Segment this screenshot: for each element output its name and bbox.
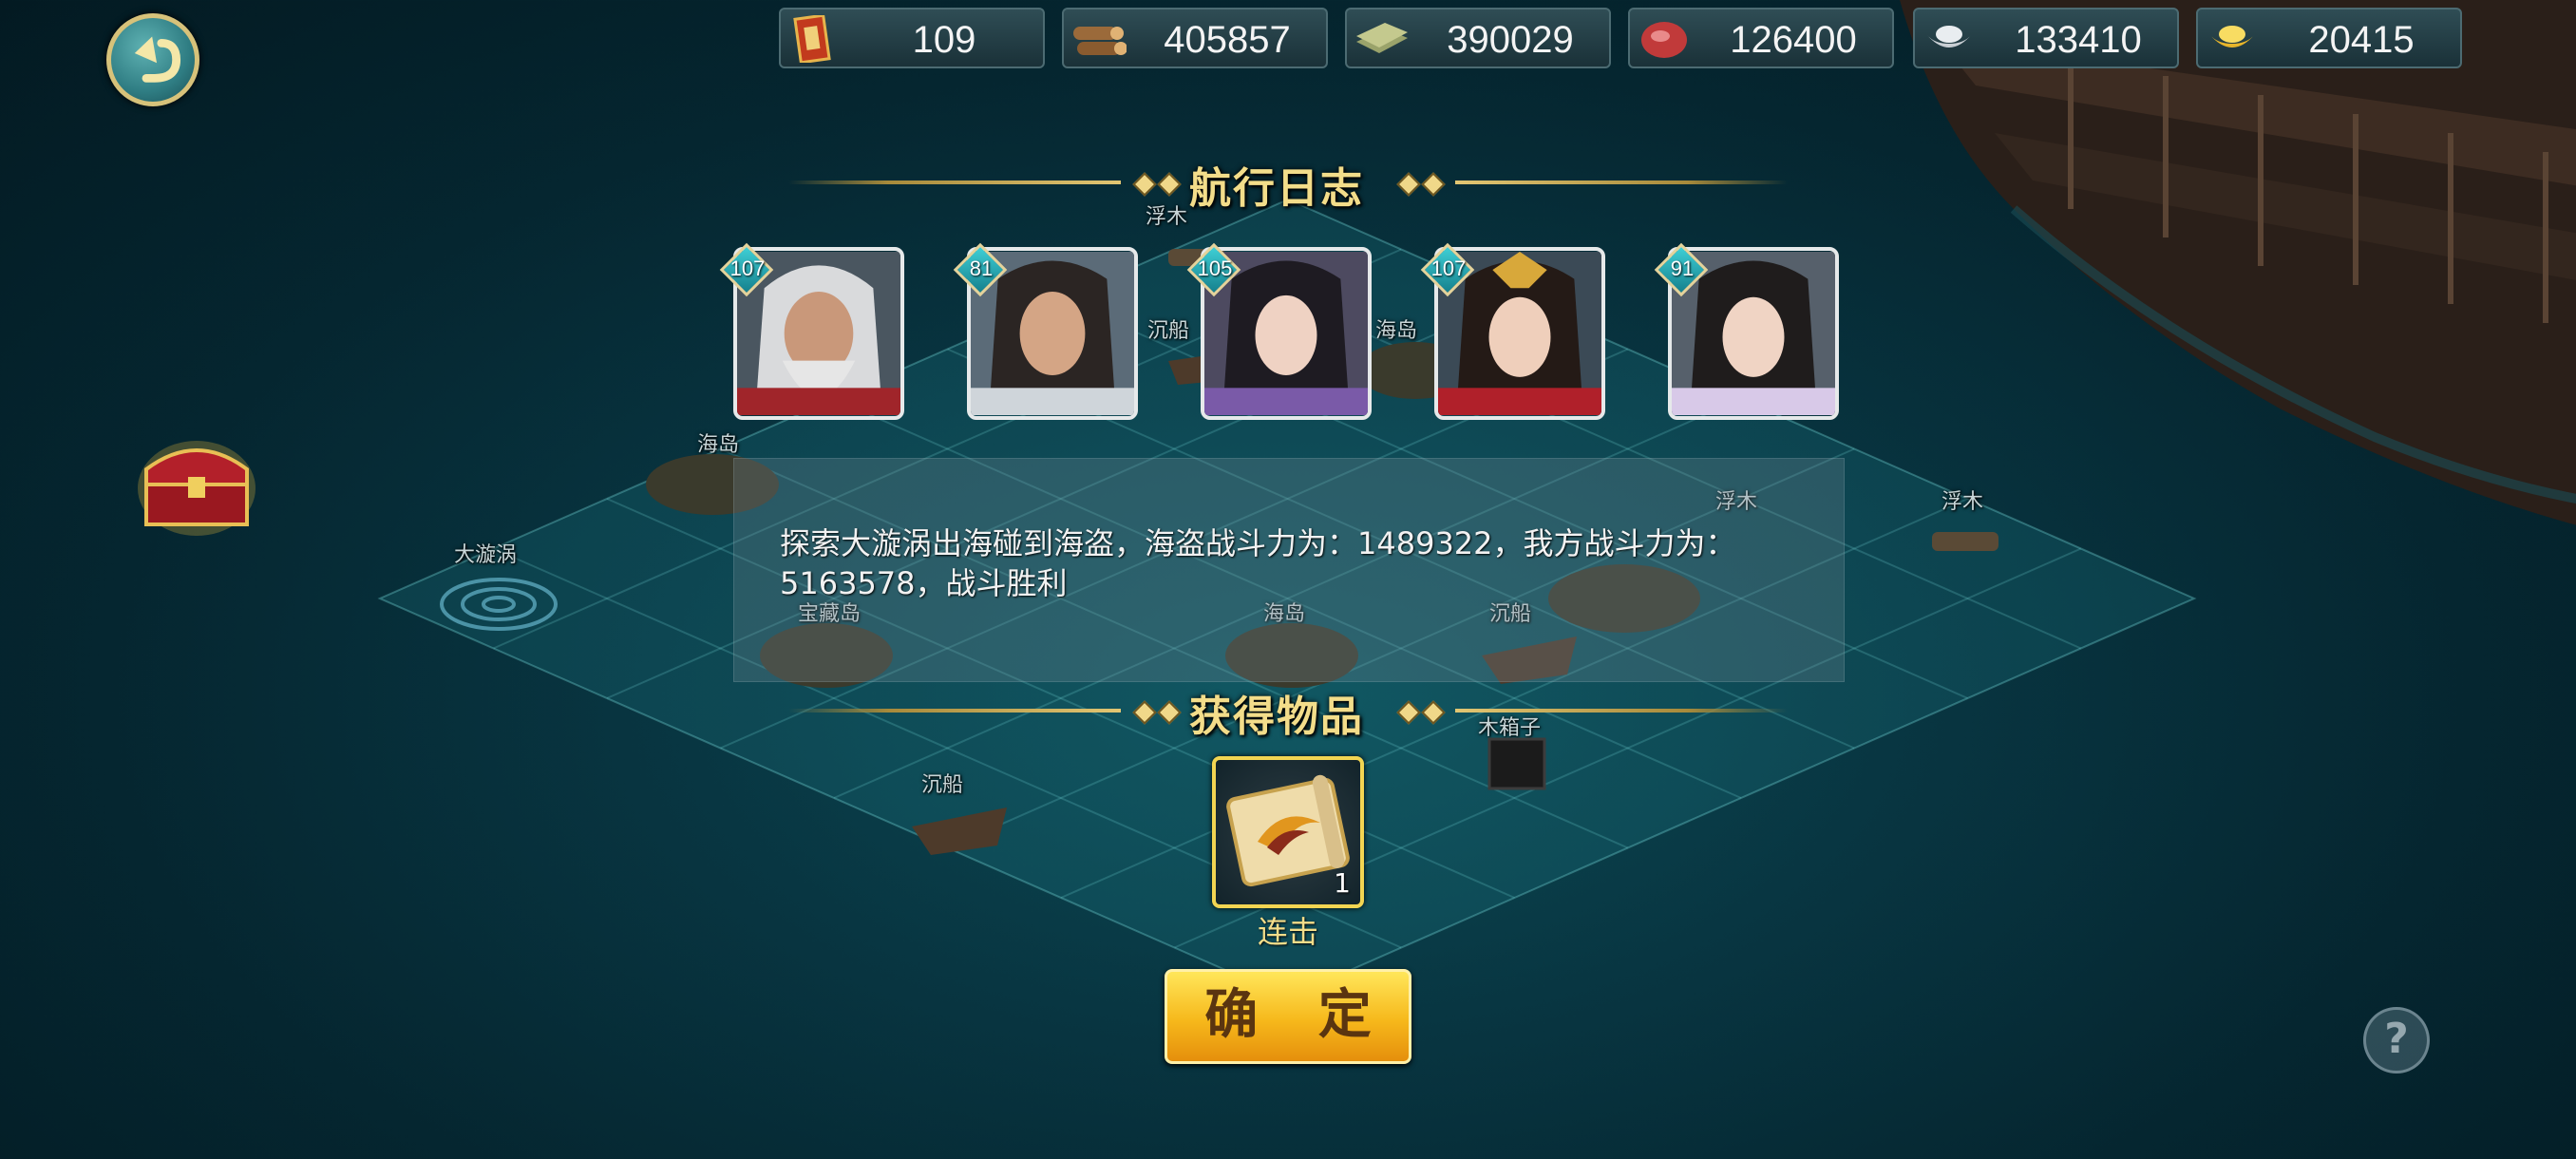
confirm-button[interactable]: 确 定 [1165, 969, 1411, 1064]
resource-silver: 133410 [1913, 8, 2179, 68]
help-button[interactable]: ? [2363, 1007, 2430, 1074]
resource-meat-value: 126400 [1730, 19, 1857, 61]
resource-gold: 20415 [2196, 8, 2462, 68]
cash-icon [1356, 23, 1408, 53]
resource-wood: 405857 [1062, 8, 1328, 68]
hero-level-badge-3: 105 [1186, 242, 1241, 297]
hero-level-badge-1: 107 [719, 242, 774, 297]
back-button[interactable] [106, 13, 199, 106]
title-divider-left [788, 180, 1121, 184]
whirlpool-icon [440, 578, 558, 631]
token-icon [793, 15, 831, 63]
help-icon: ? [2384, 1015, 2409, 1063]
reward-item-quantity: 1 [1334, 867, 1351, 899]
resource-wood-value: 405857 [1164, 19, 1291, 61]
treasure-chest-icon[interactable] [135, 431, 258, 536]
resource-gold-value: 20415 [2308, 19, 2415, 61]
resource-token-value: 109 [912, 19, 976, 61]
resource-token: 109 [779, 8, 1045, 68]
back-arrow-icon [134, 36, 181, 83]
hero-level-badge-4: 107 [1420, 242, 1475, 297]
reward-item-slot[interactable]: 1 [1212, 756, 1364, 908]
rewards-title: 获得物品 [1189, 693, 1364, 741]
resource-silver-value: 133410 [2015, 19, 2142, 61]
battle-log-message: 探索大漩涡出海碰到海盗，海盗战斗力为：1489322，我方战斗力为：516357… [780, 525, 1736, 601]
box-icon [1487, 737, 1546, 790]
hero-level-badge-2: 81 [953, 242, 1008, 297]
rewards-divider-right [1455, 709, 1788, 712]
title-divider-right [1455, 180, 1788, 184]
silver-icon [1926, 26, 1972, 48]
voyage-log-title: 航行日志 [1189, 164, 1364, 213]
confirm-button-label: 确 定 [1204, 984, 1392, 1046]
wood-icon [1073, 27, 1127, 55]
meat-icon [1641, 22, 1687, 58]
reward-item-name: 连击 [1257, 914, 1318, 950]
battle-log-panel: 探索大漩涡出海碰到海盗，海盗战斗力为：1489322，我方战斗力为：516357… [733, 458, 1845, 682]
rewards-divider-left [788, 709, 1121, 712]
resource-cash-value: 390029 [1447, 19, 1574, 61]
resource-cash: 390029 [1345, 8, 1611, 68]
hero-level-badge-5: 91 [1654, 242, 1709, 297]
resource-meat: 126400 [1628, 8, 1894, 68]
gold-icon [2209, 26, 2255, 48]
